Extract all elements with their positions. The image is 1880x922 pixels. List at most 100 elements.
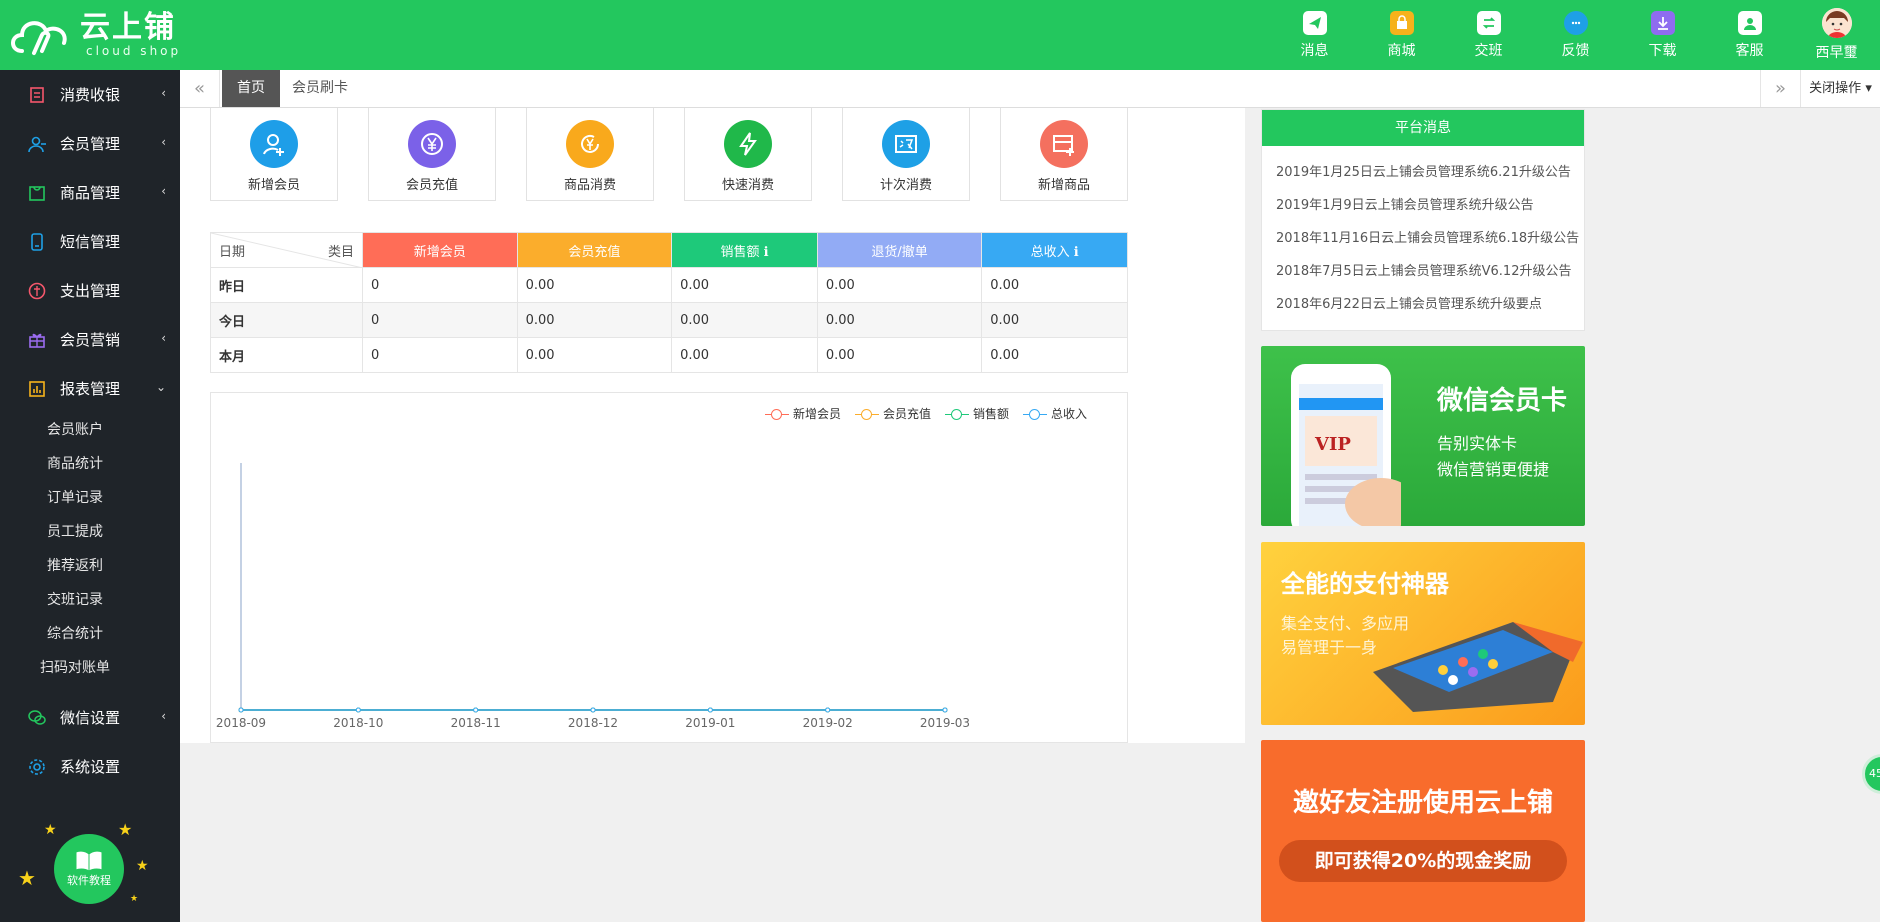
quick-fast-consume[interactable]: 快速消费	[684, 108, 812, 201]
brand-logo[interactable]: 云上铺 cloud shop	[8, 10, 181, 60]
tab-scroll-left-icon[interactable]: «	[180, 70, 220, 107]
column-header: 退货/撤单	[816, 232, 983, 268]
star-icon: ★	[18, 866, 36, 890]
quick-label: 快速消费	[721, 178, 774, 193]
sidebar-item-label: 短信管理	[60, 233, 121, 251]
submenu-item[interactable]: 商品统计	[0, 447, 150, 481]
user-name: 西早璽	[1815, 45, 1858, 61]
x-tick-label: 2018-09	[216, 716, 266, 730]
notice-link[interactable]: 2018年6月22日云上铺会员管理系统升级要点	[1262, 288, 1584, 321]
column-header[interactable]: 总收入 ℹ	[981, 232, 1128, 268]
tutorial-button[interactable]: 软件教程	[54, 834, 124, 904]
sidebar-item-member[interactable]: 会员管理 ‹	[0, 119, 180, 168]
tab-scroll-right-icon[interactable]: »	[1760, 70, 1800, 107]
quick-add-member[interactable]: 新增会员	[210, 108, 338, 201]
quick-member-recharge[interactable]: 会员充值	[368, 108, 496, 201]
table-row: 本月 0 0.00 0.00 0.00 0.00	[210, 337, 1128, 373]
sidebar-item-cashier[interactable]: 消费收银 ‹	[0, 70, 180, 119]
submenu-item[interactable]: 订单记录	[0, 481, 150, 515]
legend-item[interactable]: 会员充值	[854, 405, 931, 422]
nav-shop[interactable]: 商城	[1358, 0, 1445, 70]
sidebar-item-goods[interactable]: 商品管理 ‹	[0, 168, 180, 217]
data-point[interactable]	[473, 707, 479, 713]
sidebar-item-settings[interactable]: 系统设置	[0, 742, 180, 791]
chevron-left-icon: ‹	[161, 709, 166, 723]
tab-home[interactable]: 首页	[222, 70, 280, 107]
table-row: 今日 0 0.00 0.00 0.00 0.00	[210, 302, 1128, 338]
cashier-icon	[28, 86, 46, 104]
tab-bar: « 首页 会员刷卡 » 关闭操作 ▾	[180, 70, 1880, 108]
table-cell: 0.00	[981, 267, 1128, 303]
brand-name: 云上铺	[80, 10, 176, 45]
legend-marker	[1022, 408, 1047, 420]
column-header[interactable]: 销售额 ℹ	[671, 232, 818, 268]
table-row: 昨日 0 0.00 0.00 0.00 0.00	[210, 267, 1128, 303]
data-point[interactable]	[707, 707, 713, 713]
close-operations-dropdown[interactable]: 关闭操作 ▾	[1800, 70, 1880, 107]
legend-item[interactable]: 销售额	[944, 405, 1009, 422]
submenu-item[interactable]: 综合统计	[0, 617, 150, 651]
floating-badge[interactable]: 45	[1862, 754, 1880, 794]
nav-message[interactable]: 消息	[1271, 0, 1358, 70]
submenu-item[interactable]: 扫码对账单	[0, 651, 150, 685]
sidebar-item-wechat[interactable]: 微信设置 ‹	[0, 693, 180, 742]
submenu-item[interactable]: 员工提成	[0, 515, 150, 549]
sidebar-item-label: 商品管理	[60, 184, 121, 202]
quick-label: 新增会员	[247, 178, 300, 193]
nav-shift[interactable]: 交班	[1445, 0, 1532, 70]
tab-member-card[interactable]: 会员刷卡	[277, 70, 363, 107]
nav-download[interactable]: 下载	[1619, 0, 1706, 70]
nav-user[interactable]: 西早璽	[1793, 0, 1880, 70]
quick-count-consume[interactable]: 计次消费	[842, 108, 970, 201]
submenu-item[interactable]: 推荐返利	[0, 549, 150, 583]
corner-label-category: 类目	[327, 245, 354, 260]
chevron-left-icon: ‹	[161, 184, 166, 198]
legend-item[interactable]: 新增会员	[764, 405, 841, 422]
nav-label: 商城	[1387, 42, 1416, 59]
data-point[interactable]	[590, 707, 596, 713]
svg-text:VIP: VIP	[1314, 434, 1351, 455]
table-cell: 0.00	[816, 302, 983, 338]
tutorial-widget[interactable]: ★ ★ ★ ★ ★ 软件教程	[14, 814, 164, 914]
sidebar-item-sms[interactable]: 短信管理	[0, 217, 180, 266]
download-icon	[1650, 10, 1675, 35]
legend-marker	[764, 408, 789, 420]
data-point[interactable]	[355, 707, 361, 713]
wechat-icon	[28, 709, 46, 727]
legend-item[interactable]: 总收入	[1022, 405, 1087, 422]
notice-link[interactable]: 2019年1月25日云上铺会员管理系统6.21升级公告	[1262, 156, 1584, 189]
data-point[interactable]	[942, 707, 948, 713]
table-cell: 0.00	[981, 337, 1128, 373]
submenu-item[interactable]: 会员账户	[0, 413, 150, 447]
notice-link[interactable]: 2018年7月5日云上铺会员管理系统V6.12升级公告	[1262, 255, 1584, 288]
sidebar-item-report[interactable]: 报表管理 ⌄	[0, 364, 180, 413]
nav-feedback[interactable]: 反馈	[1532, 0, 1619, 70]
banner-line: 告别实体卡	[1437, 434, 1518, 453]
chevron-down-icon: ⌄	[155, 380, 166, 394]
sms-icon	[28, 232, 46, 251]
data-point[interactable]	[825, 707, 831, 713]
table-cell: 0	[362, 302, 518, 338]
wechat-card-banner[interactable]: VIP 微信会员卡 告别实体卡 微信营销更便捷	[1261, 346, 1585, 526]
quick-goods-consume[interactable]: 商品消费	[526, 108, 654, 201]
table-cell: 0.00	[816, 267, 983, 303]
notice-link[interactable]: 2018年11月16日云上铺会员管理系统6.18升级公告	[1262, 222, 1584, 255]
table-cell: 0.00	[671, 267, 818, 303]
sidebar-item-expense[interactable]: 支出管理	[0, 266, 180, 315]
data-point[interactable]	[238, 707, 244, 713]
table-cell: 0.00	[981, 302, 1128, 338]
quick-add-goods[interactable]: 新增商品	[1000, 108, 1128, 201]
sidebar-item-marketing[interactable]: 会员营销 ‹	[0, 315, 180, 364]
row-label: 今日	[210, 302, 363, 338]
platform-notice-panel: 平台消息 2019年1月25日云上铺会员管理系统6.21升级公告 2019年1月…	[1261, 109, 1585, 331]
submenu-item[interactable]: 交班记录	[0, 583, 150, 617]
nav-label: 消息	[1300, 42, 1329, 59]
sidebar-item-label: 会员营销	[60, 331, 121, 349]
invite-friends-banner[interactable]: 邀好友注册使用云上铺 即可获得20%的现金奖励	[1261, 740, 1585, 922]
star-icon: ★	[136, 858, 149, 874]
notice-link[interactable]: 2019年1月9日云上铺会员管理系统升级公告	[1262, 189, 1584, 222]
payment-device-banner[interactable]: 全能的支付神器 集全支付、多应用 易管理于一身	[1261, 542, 1585, 725]
quick-label: 会员充值	[405, 178, 458, 193]
add-member-icon	[250, 120, 298, 168]
nav-service[interactable]: 客服	[1706, 0, 1793, 70]
